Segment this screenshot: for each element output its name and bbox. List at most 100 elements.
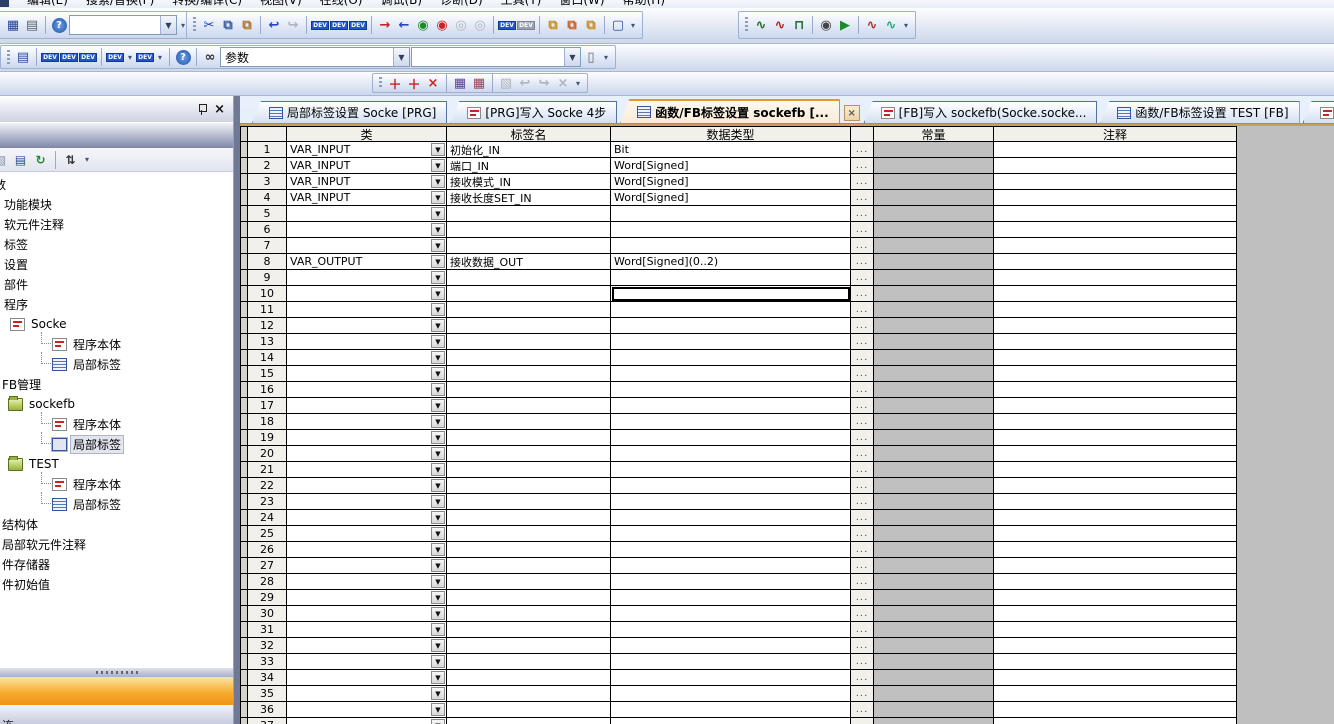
dev-find-icon[interactable]: DEV — [41, 48, 59, 66]
row-indicator[interactable] — [240, 670, 248, 686]
row-indicator[interactable] — [240, 462, 248, 478]
keyword-combobox[interactable]: ▼ — [411, 47, 581, 67]
tree-item-TEST[interactable]: TEST — [0, 454, 233, 474]
trace-start-icon[interactable]: ∿ — [752, 16, 770, 34]
cell-data-type[interactable] — [611, 398, 851, 414]
browse-button[interactable]: ... — [851, 446, 874, 462]
monitor-pause-icon[interactable]: ◎ — [452, 16, 470, 34]
cell-data-type[interactable] — [611, 494, 851, 510]
cell-class[interactable]: ▼ — [287, 286, 447, 302]
tree-item-件存储器[interactable]: 件存储器 — [0, 554, 233, 574]
dev-view-icon[interactable]: DEV — [106, 48, 124, 66]
browse-button[interactable]: ... — [851, 366, 874, 382]
cell-class[interactable]: VAR_INPUT▼ — [287, 142, 447, 158]
row-number[interactable]: 6 — [248, 222, 287, 238]
row-number[interactable]: 10 — [248, 286, 287, 302]
window-switch-icon[interactable]: ⧉ — [563, 16, 581, 34]
class-dropdown-icon[interactable]: ▼ — [431, 527, 445, 540]
tree-item-sockefb[interactable]: sockefb — [0, 394, 233, 414]
row-indicator[interactable] — [240, 430, 248, 446]
class-dropdown-icon[interactable]: ▼ — [431, 655, 445, 668]
browse-button[interactable]: ... — [851, 638, 874, 654]
paste-icon[interactable]: ⧉ — [238, 16, 256, 34]
row-indicator[interactable] — [240, 222, 248, 238]
cell-class[interactable]: ▼ — [287, 302, 447, 318]
menu-item[interactable]: 搜索/替换(F) — [77, 0, 163, 8]
cell-data-type[interactable] — [611, 526, 851, 542]
menu-item[interactable]: 工具(T) — [492, 0, 551, 8]
menu-item[interactable]: 调试(B) — [371, 0, 431, 8]
cell-data-type[interactable] — [611, 542, 851, 558]
row-indicator[interactable] — [240, 254, 248, 270]
cell-class[interactable]: ▼ — [287, 382, 447, 398]
cell-data-type[interactable] — [611, 302, 851, 318]
browse-button[interactable]: ... — [851, 382, 874, 398]
cell-label-name[interactable] — [447, 590, 611, 606]
cell-data-type[interactable] — [611, 590, 851, 606]
row-indicator[interactable] — [240, 414, 248, 430]
tree-item-结构体[interactable]: 结构体 — [0, 514, 233, 534]
cell-data-type[interactable] — [611, 622, 851, 638]
cell-class[interactable]: VAR_INPUT▼ — [287, 174, 447, 190]
cell-class[interactable]: ▼ — [287, 622, 447, 638]
class-dropdown-icon[interactable]: ▼ — [431, 591, 445, 604]
class-dropdown-icon[interactable]: ▼ — [431, 671, 445, 684]
undo-icon[interactable]: ↩ — [265, 16, 283, 34]
class-dropdown-icon[interactable]: ▼ — [431, 239, 445, 252]
class-dropdown-icon[interactable]: ▼ — [431, 159, 445, 172]
row-indicator[interactable] — [240, 702, 248, 718]
document-tab[interactable]: 函数/FB标签设置 TEST [FB] — [1100, 101, 1299, 123]
class-dropdown-icon[interactable]: ▼ — [431, 607, 445, 620]
tree-item-功能模块[interactable]: 功能模块 — [0, 194, 233, 214]
cell-class[interactable]: ▼ — [287, 670, 447, 686]
cell-class[interactable]: ▼ — [287, 446, 447, 462]
cell-data-type[interactable] — [611, 446, 851, 462]
target-combobox[interactable]: 参数▼ — [220, 47, 410, 67]
column-header-label[interactable]: 标签名 — [447, 126, 611, 142]
row-number[interactable]: 11 — [248, 302, 287, 318]
cell-class[interactable]: ▼ — [287, 654, 447, 670]
cell-data-type[interactable] — [611, 350, 851, 366]
browse-button[interactable]: ... — [851, 238, 874, 254]
cell-label-name[interactable] — [447, 270, 611, 286]
row-indicator[interactable] — [240, 174, 248, 190]
row-indicator[interactable] — [240, 238, 248, 254]
class-dropdown-icon[interactable]: ▼ — [431, 351, 445, 364]
combobox-dropdown-icon[interactable]: ▼ — [393, 48, 409, 66]
row-number[interactable]: 7 — [248, 238, 287, 254]
cell-class[interactable]: ▼ — [287, 270, 447, 286]
tree-item-程序本体[interactable]: 程序本体 — [0, 414, 233, 434]
menu-item[interactable]: 编辑(E) — [18, 0, 77, 8]
cell-label-name[interactable] — [447, 446, 611, 462]
pc-monitor-icon[interactable]: ▢ — [609, 16, 627, 34]
row-number[interactable]: 24 — [248, 510, 287, 526]
cell-comment[interactable] — [994, 398, 1237, 414]
tree-item-数[interactable]: 数 — [0, 174, 233, 194]
browse-button[interactable]: ... — [851, 526, 874, 542]
cell-data-type[interactable] — [611, 686, 851, 702]
cell-comment[interactable] — [994, 702, 1237, 718]
menu-item[interactable]: 在线(O) — [311, 0, 372, 8]
cell-comment[interactable] — [994, 382, 1237, 398]
cell-class[interactable]: ▼ — [287, 398, 447, 414]
cell-data-type[interactable] — [611, 702, 851, 718]
cell-class[interactable]: ▼ — [287, 238, 447, 254]
row-number[interactable]: 23 — [248, 494, 287, 510]
cell-comment[interactable] — [994, 686, 1237, 702]
tab-close-icon[interactable]: × — [844, 105, 860, 121]
row-indicator[interactable] — [240, 478, 248, 494]
cell-class[interactable]: VAR_INPUT▼ — [287, 190, 447, 206]
cell-comment[interactable] — [994, 334, 1237, 350]
cell-label-name[interactable] — [447, 670, 611, 686]
combobox-dropdown-icon[interactable]: ▼ — [160, 16, 176, 34]
toolbar-grip[interactable] — [193, 17, 196, 34]
cell-label-name[interactable]: 接收数据_OUT — [447, 254, 611, 270]
class-dropdown-icon[interactable]: ▼ — [431, 303, 445, 316]
row-number[interactable]: 2 — [248, 158, 287, 174]
class-dropdown-icon[interactable]: ▼ — [431, 511, 445, 524]
cell-label-name[interactable] — [447, 606, 611, 622]
cell-label-name[interactable]: 接收模式_IN — [447, 174, 611, 190]
tree-item-局部标签[interactable]: 局部标签 — [0, 434, 233, 454]
cell-comment[interactable] — [994, 206, 1237, 222]
document-tab[interactable]: [PRG]写入 Socke 4步 — [450, 101, 617, 123]
